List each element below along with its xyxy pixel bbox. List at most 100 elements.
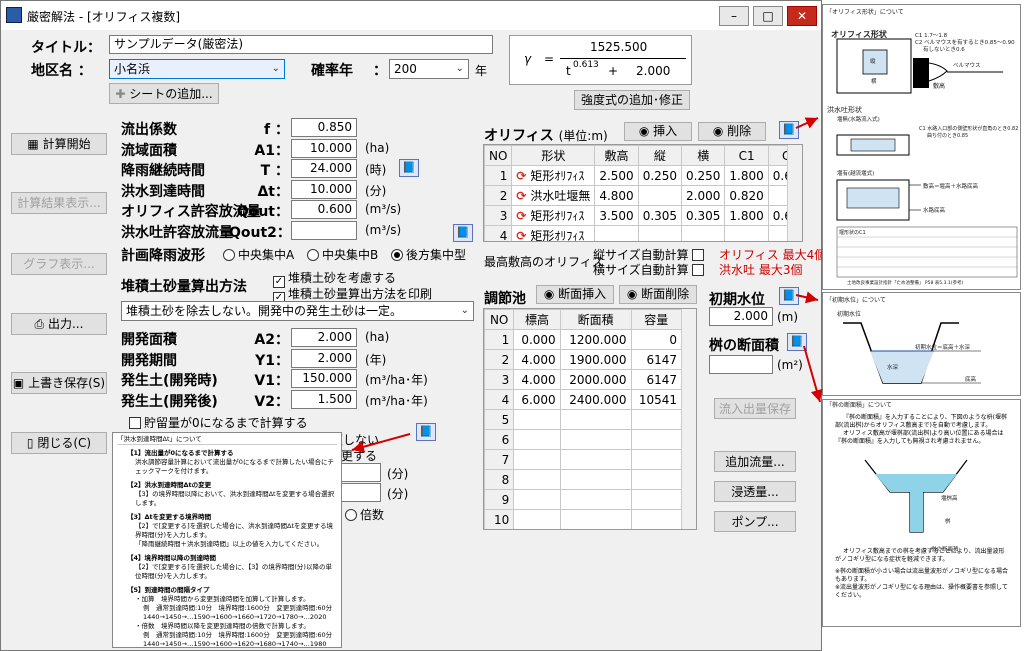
probability-select[interactable]: 200 ⌄ [389,59,469,79]
table-cell[interactable] [559,489,632,510]
table-cell[interactable]: 4.000 [513,349,561,370]
table-row[interactable]: 9 [484,489,683,510]
output-button[interactable]: ⎙ 出力... [11,313,107,335]
table-cell[interactable] [513,509,561,529]
section-insert-button[interactable]: ◉ 断面挿入 [536,285,614,304]
close-window-button[interactable]: ✕ [787,6,817,26]
masu-area-input[interactable] [709,355,773,374]
rain-option-central-b[interactable]: 中央集中B [307,246,378,263]
maximize-button[interactable]: □ [753,6,783,26]
table-row[interactable]: 10 [484,509,683,529]
minimize-button[interactable]: – [719,6,749,26]
param-input[interactable]: 150.000 [291,369,357,388]
table-cell[interactable]: 2.000 [681,185,726,206]
table-cell[interactable]: 0.305 [681,205,726,226]
table-cell[interactable] [513,469,561,490]
auto-horizontal-checkbox[interactable]: 横サイズ自動計算 [593,261,707,278]
rain-option-central-a[interactable]: 中央集中A [223,246,294,263]
table-cell[interactable]: 10541 [630,389,683,410]
show-results-button[interactable]: 計算結果表示... [11,192,107,214]
dt-change-radio[interactable]: 更する [341,447,377,464]
refresh-icon[interactable]: ⟳ [516,229,526,241]
help-book-icon[interactable]: 📘 [779,287,799,305]
table-cell[interactable] [559,469,632,490]
param-input[interactable]: 24.000 [291,159,357,178]
section-delete-button[interactable]: ◉ 断面削除 [619,285,697,304]
table-cell[interactable]: 4.800 [594,185,639,206]
table-cell[interactable]: 4.000 [513,369,561,390]
table-cell[interactable]: 1900.000 [559,349,632,370]
table-cell[interactable] [630,449,683,470]
refresh-icon[interactable]: ⟳ [516,169,526,183]
table-row[interactable]: 4 6.000 2400.000 10541 [484,389,683,410]
table-cell[interactable] [513,489,561,510]
orifice-delete-button[interactable]: ◉ 削除 [698,122,766,141]
area-select[interactable]: 小名浜 ⌄ [109,59,285,79]
table-cell[interactable] [630,409,683,430]
table-cell[interactable] [724,225,769,241]
add-sheet-button[interactable]: ✚ シートの追加... [109,83,219,104]
table-row[interactable]: 1 ⟳ 矩形ｵﾘﾌｨｽ 2.500 0.250 0.250 1.800 0.60… [484,165,802,186]
param-input[interactable]: 0.600 [291,200,357,219]
help-book-icon[interactable]: 📘 [787,333,807,351]
param-input[interactable]: 10.000 [291,179,357,199]
table-cell[interactable] [637,225,683,241]
title-input[interactable]: サンプルデータ(厳密法) [109,35,493,54]
table-cell[interactable] [513,429,561,450]
table-cell[interactable] [559,429,632,450]
shape-cell[interactable]: ⟳ 矩形ｵﾘﾌｨｽ [511,165,596,186]
table-cell[interactable]: 1200.000 [559,329,632,350]
show-graph-button[interactable]: グラフ表示... [11,253,107,275]
table-cell[interactable] [513,409,561,430]
table-row[interactable]: 8 [484,469,683,490]
table-row[interactable]: 4 ⟳ 矩形ｵﾘﾌｨｽ [484,225,802,241]
calc-until-zero-checkbox[interactable]: 貯留量が0になるまで計算する [129,414,308,431]
changed-dt-input[interactable] [341,483,381,502]
table-row[interactable]: 1 0.000 1200.000 0 [484,329,683,350]
param-input[interactable]: 0.850 [291,118,357,137]
table-cell[interactable]: 2.500 [594,165,639,186]
boundary-time-input[interactable] [341,463,381,482]
rain-option-rear[interactable]: 後方集中型 [391,246,466,263]
inflow-save-button[interactable]: 流入出量保存 [714,398,796,419]
shape-cell[interactable]: ⟳ 矩形ｵﾘﾌｨｽ [511,225,596,241]
table-cell[interactable] [630,429,683,450]
table-cell[interactable] [681,225,726,241]
table-row[interactable]: 6 [484,429,683,450]
table-cell[interactable]: 0 [630,329,683,350]
table-cell[interactable]: 0.820 [724,185,769,206]
refresh-icon[interactable]: ⟳ [516,189,526,203]
orifice-scrollbar[interactable] [787,145,802,241]
help-book-icon[interactable]: 📘 [779,121,799,139]
help-book-icon[interactable]: 📘 [416,423,436,441]
shape-cell[interactable]: ⟳ 矩形ｵﾘﾌｨｽ [511,205,596,226]
table-cell[interactable]: 0.250 [637,165,683,186]
pump-button[interactable]: ポンプ... [714,511,796,532]
refresh-icon[interactable]: ⟳ [516,209,526,223]
param-input[interactable] [291,220,357,240]
table-cell[interactable] [559,509,632,529]
interval-times-radio[interactable]: 倍数 [345,506,384,523]
table-cell[interactable] [630,489,683,510]
add-flow-button[interactable]: 追加流量... [714,451,796,472]
orifice-insert-button[interactable]: ◉ 挿入 [624,122,692,141]
param-input[interactable]: 2.000 [291,328,357,347]
table-cell[interactable]: 2400.000 [559,389,632,410]
table-cell[interactable]: 0.305 [637,205,683,226]
table-row[interactable]: 3 ⟳ 矩形ｵﾘﾌｨｽ 3.500 0.305 0.305 1.800 0.60… [484,205,802,226]
table-cell[interactable] [630,469,683,490]
pond-scrollbar[interactable] [681,309,696,529]
table-cell[interactable]: 6.000 [513,389,561,410]
edit-formula-button[interactable]: 強度式の追加･修正 [574,90,690,110]
table-cell[interactable]: 2000.000 [559,369,632,390]
seepage-button[interactable]: 浸透量... [714,481,796,502]
table-cell[interactable] [630,509,683,529]
calc-start-button[interactable]: ▦ 計算開始 [11,133,107,155]
table-cell[interactable] [559,409,632,430]
param-input[interactable]: 2.000 [291,348,357,368]
help-book-icon[interactable]: 📘 [399,159,419,177]
table-cell[interactable] [594,225,639,241]
param-input[interactable]: 10.000 [291,138,357,158]
table-row[interactable]: 5 [484,409,683,430]
table-row[interactable]: 2 ⟳ 洪水吐堰無 4.800 2.000 0.820 [484,185,802,206]
